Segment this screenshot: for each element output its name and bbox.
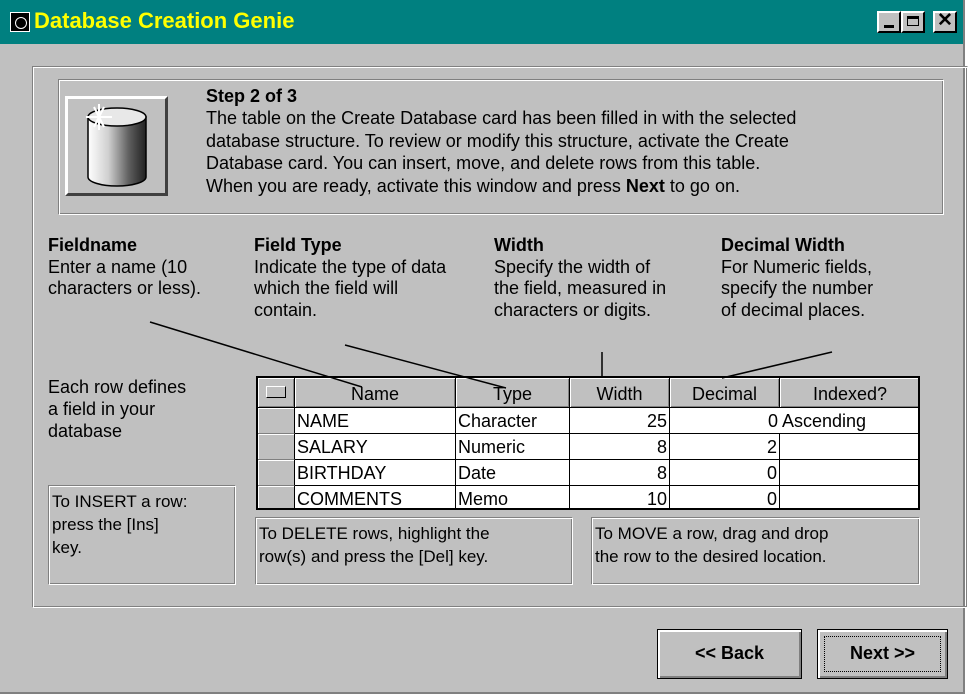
move-tip: To MOVE a row, drag and drop the row to … bbox=[591, 517, 920, 585]
focus-rect bbox=[824, 636, 941, 672]
next-button[interactable]: Next >> bbox=[817, 629, 948, 679]
genie-window: Database Creation Genie ✕ Step 2 of 3 Th… bbox=[0, 0, 968, 694]
back-button[interactable]: << Back bbox=[657, 629, 802, 679]
tip-line: press the [Ins] bbox=[52, 515, 159, 534]
tip-line: To DELETE rows, highlight the bbox=[259, 524, 490, 543]
insert-tip: To INSERT a row: press the [Ins] key. bbox=[48, 485, 236, 585]
tip-line: To INSERT a row: bbox=[52, 492, 188, 511]
tip-line: row(s) and press the [Del] key. bbox=[259, 547, 489, 566]
tip-line: To MOVE a row, drag and drop bbox=[595, 524, 829, 543]
pointer-lines bbox=[149, 321, 833, 389]
delete-tip: To DELETE rows, highlight the row(s) and… bbox=[255, 517, 573, 585]
tip-line: key. bbox=[52, 538, 82, 557]
tip-line: the row to the desired location. bbox=[595, 547, 827, 566]
